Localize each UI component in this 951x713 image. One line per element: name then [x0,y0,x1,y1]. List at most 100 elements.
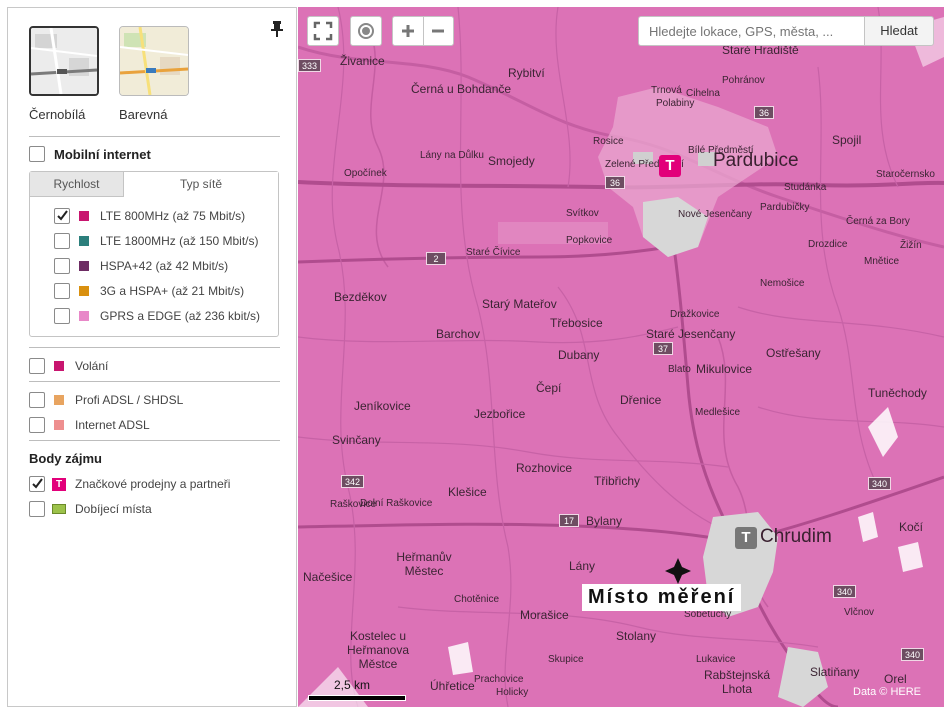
place-label: Lány na Důlku [420,150,484,161]
place-label: Tuněchody [868,386,927,400]
place-label: Rybitví [508,66,545,80]
place-label: Prachovice [474,674,524,685]
fullscreen-icon [313,21,333,41]
lte800-label: LTE 800MHz (až 75 Mbit/s) [100,209,246,223]
minus-icon [432,29,444,33]
zoom-in-button[interactable] [393,17,424,45]
tab-speed[interactable]: Rychlost [30,172,124,197]
place-label: Cihelna [686,88,720,99]
place-label: Čepí [536,381,562,395]
plus-icon [402,25,414,37]
place-label: Dřenice [620,393,662,407]
road-shield: 37 [653,342,673,355]
place-label: Černá za Bory [846,216,910,227]
t-mobile-store-marker[interactable]: T [735,527,757,549]
lte1800-label: LTE 1800MHz (až 150 Mbit/s) [100,234,259,248]
place-label: Kostelec u Heřmanova Městce [346,629,410,671]
place-label: Vlčnov [844,607,875,618]
internet-adsl-label: Internet ADSL [75,418,150,432]
divider [29,136,280,137]
zoom-control [392,16,454,46]
place-label: Načešice [303,570,353,584]
place-label: Dražkovice [670,309,720,320]
lte1800-checkbox[interactable] [54,233,70,249]
internet-adsl-swatch [54,420,64,430]
location-search-input[interactable] [638,16,864,46]
place-label: Žižín [900,240,922,251]
place-label: Bylany [586,514,623,528]
place-label: Popkovice [566,235,613,246]
zoom-out-button[interactable] [424,17,453,45]
lte800-checkbox[interactable] [54,208,70,224]
place-label: Pardubice [713,150,799,171]
recharge-card-icon [52,504,66,514]
place-label: Staré Čívice [466,247,521,258]
place-label: Mikulovice [696,362,753,376]
place-label: Stolany [616,629,657,643]
coverage-map[interactable]: Živanice Rybitví Černá u Bohdanče Trnová… [298,7,944,707]
place-label: Opočínek [344,168,387,179]
place-label: Svinčany [332,433,381,447]
place-label: Morašice [520,608,569,622]
divider [29,440,280,441]
scale-label: 2,5 km [334,678,371,692]
place-label: Černá u Bohdanče [411,82,512,96]
locate-button[interactable] [350,16,382,46]
place-label: Živanice [340,54,385,68]
internet-adsl-checkbox[interactable] [29,417,45,433]
recharge-label: Dobíjecí místa [75,502,152,516]
3g-swatch [79,286,89,296]
fullscreen-button[interactable] [307,16,339,46]
profi-adsl-checkbox[interactable] [29,392,45,408]
place-label: Studánka [784,182,827,193]
hspa42-checkbox[interactable] [54,258,70,274]
place-label: Lukavice [696,654,736,665]
voice-checkbox[interactable] [29,358,45,374]
place-label: Pardubičky [760,202,810,213]
hspa42-swatch [79,261,89,271]
place-label: Svítkov [566,208,599,219]
t-mobile-store-marker[interactable]: T [659,155,681,177]
place-label: Skupice [548,654,584,665]
road-shield: 333 [298,59,322,72]
place-label: Heřmanův Městec [396,550,452,578]
place-label: Staročernsko [876,169,935,180]
place-label: Klešice [448,485,487,499]
poi-heading: Body zájmu [29,451,102,466]
locate-icon [358,23,374,39]
place-label: Pohránov [722,75,765,86]
recharge-checkbox[interactable] [29,501,45,517]
mobile-internet-label: Mobilní internet [54,147,151,162]
map-style-color-thumbnail[interactable] [119,26,189,96]
place-label: Barchov [436,327,481,341]
3g-checkbox[interactable] [54,283,70,299]
place-label: Kočí [899,520,924,534]
map-style-color-label: Barevná [119,107,168,122]
place-label: Jeníkovice [354,399,411,413]
stores-checkbox[interactable] [29,476,45,492]
road-shield: 17 [559,514,579,527]
place-label: Rozhovice [516,461,573,475]
place-label: Nové Jesenčany [678,209,752,220]
place-label: Spojil [832,133,862,147]
t-mobile-icon: T [52,478,66,491]
search-button[interactable]: Hledat [864,16,934,46]
place-label: Ostřešany [766,346,821,360]
place-label: Dolní Raškovice [360,498,433,509]
pin-icon[interactable] [270,20,284,38]
layer-sidebar: Černobílá Barevná Mobilní internet Rychl… [7,7,297,707]
place-label: Rabštejnská Lhota [703,668,771,696]
place-label: Trnová [651,85,682,96]
place-label: Úhřetice [430,679,475,693]
mobile-internet-checkbox[interactable] [29,146,45,162]
road-shield: 340 [868,477,892,490]
road-shield: 342 [341,475,365,488]
place-label: Chotěnice [454,594,500,605]
place-label: Staré Jesenčany [646,327,736,341]
map-style-bw-thumbnail[interactable] [29,26,99,96]
place-label: Rosice [593,136,624,147]
divider [29,347,280,348]
place-label: Starý Mateřov [482,297,557,311]
tab-network-type[interactable]: Typ sítě [124,172,278,197]
gprs-checkbox[interactable] [54,308,70,324]
